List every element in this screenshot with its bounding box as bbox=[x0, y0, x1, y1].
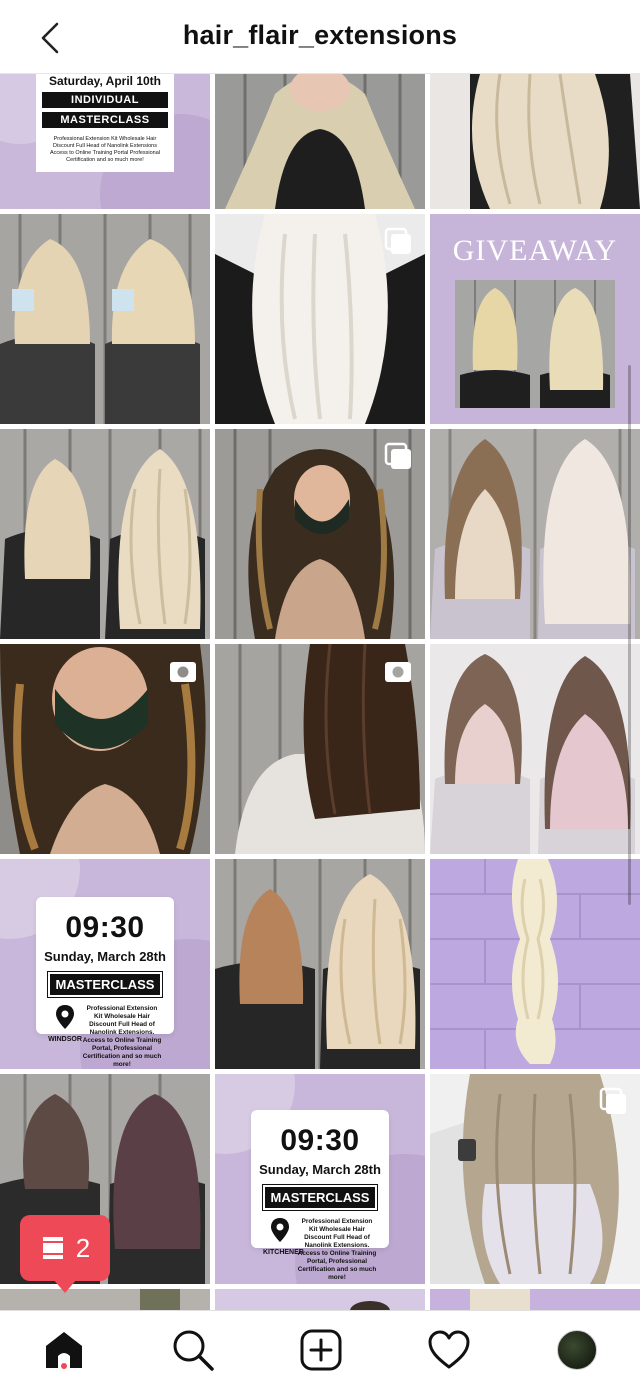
post-thumbnail[interactable] bbox=[0, 214, 210, 424]
flyer-line1: INDIVIDUAL bbox=[42, 92, 168, 108]
post-thumbnail[interactable] bbox=[0, 1289, 210, 1310]
profile-avatar bbox=[557, 1330, 597, 1370]
add-post-icon bbox=[300, 1329, 342, 1371]
post-thumbnail[interactable] bbox=[430, 429, 640, 639]
flyer-line2: MASTERCLASS bbox=[42, 112, 168, 128]
location-pin-icon bbox=[271, 1218, 289, 1242]
posts-notification-icon bbox=[42, 1237, 63, 1259]
profile-username: hair_flair_extensions bbox=[182, 20, 458, 50]
post-thumbnail[interactable] bbox=[0, 644, 210, 854]
post-thumbnail[interactable]: Saturday, April 10th INDIVIDUAL MASTERCL… bbox=[0, 74, 210, 209]
post-thumbnail[interactable]: 09:30 Sunday, March 28th MASTERCLASS WIN… bbox=[0, 859, 210, 1069]
bottom-tab-bar bbox=[0, 1310, 640, 1386]
post-thumbnail[interactable] bbox=[215, 644, 425, 854]
post-thumbnail[interactable]: GIVEAWAY bbox=[430, 214, 640, 424]
post-thumbnail[interactable] bbox=[215, 214, 425, 424]
masterclass-flyer-kitchener: 09:30 Sunday, March 28th MASTERCLASS KIT… bbox=[251, 1110, 389, 1281]
flyer-date: Saturday, April 10th bbox=[48, 74, 162, 88]
flyer-details: Professional Extension Kit Wholesale Hai… bbox=[297, 1218, 377, 1281]
masterclass-flyer: Saturday, April 10th INDIVIDUAL MASTERCL… bbox=[36, 74, 174, 172]
post-thumbnail[interactable] bbox=[215, 859, 425, 1069]
search-icon bbox=[173, 1330, 214, 1371]
flyer-date: Sunday, March 28th bbox=[44, 949, 166, 964]
post-thumbnail[interactable]: 09:30 Sunday, March 28th MASTERCLASS KIT… bbox=[215, 1074, 425, 1284]
flyer-time: 09:30 bbox=[280, 1124, 360, 1157]
video-icon bbox=[170, 662, 196, 682]
post-thumbnail[interactable] bbox=[215, 1289, 425, 1310]
post-thumbnail[interactable] bbox=[430, 644, 640, 854]
flyer-time: 09:30 bbox=[65, 911, 145, 944]
post-thumbnail[interactable] bbox=[430, 1289, 640, 1310]
profile-header: hair_flair_extensions bbox=[0, 0, 640, 74]
carousel-icon bbox=[384, 442, 411, 469]
notification-count: 2 bbox=[75, 1232, 91, 1263]
location-pin-icon bbox=[56, 1005, 74, 1029]
flyer-details: Professional Extension Kit Wholesale Hai… bbox=[82, 1005, 162, 1068]
carousel-icon bbox=[599, 1087, 626, 1114]
scrollbar[interactable] bbox=[628, 365, 631, 905]
tab-activity[interactable] bbox=[426, 1327, 472, 1373]
tab-add-post[interactable] bbox=[298, 1327, 344, 1373]
flyer-location: KITCHENER bbox=[263, 1249, 304, 1256]
post-thumbnail[interactable] bbox=[0, 429, 210, 639]
flyer-location: WINDSOR bbox=[48, 1036, 82, 1043]
giveaway-title: GIVEAWAY bbox=[452, 234, 618, 267]
flyer-details: Professional Extension Kit Wholesale Hai… bbox=[49, 136, 161, 164]
home-activity-dot bbox=[61, 1363, 67, 1369]
video-icon bbox=[385, 662, 411, 682]
post-thumbnail[interactable] bbox=[430, 859, 640, 1069]
flyer-date: Sunday, March 28th bbox=[259, 1162, 381, 1177]
post-thumbnail[interactable] bbox=[215, 74, 425, 209]
post-thumbnail[interactable] bbox=[430, 74, 640, 209]
tab-profile[interactable] bbox=[554, 1327, 600, 1373]
tab-search[interactable] bbox=[170, 1327, 216, 1373]
heart-icon bbox=[428, 1330, 470, 1369]
post-thumbnail[interactable] bbox=[215, 429, 425, 639]
carousel-icon bbox=[384, 227, 411, 254]
posts-grid: Saturday, April 10th INDIVIDUAL MASTERCL… bbox=[0, 74, 640, 1310]
posts-notification-badge[interactable]: 2 bbox=[20, 1215, 110, 1293]
flyer-tag: MASTERCLASS bbox=[46, 971, 164, 998]
post-thumbnail[interactable] bbox=[430, 1074, 640, 1284]
flyer-tag: MASTERCLASS bbox=[261, 1184, 379, 1211]
masterclass-flyer-windsor: 09:30 Sunday, March 28th MASTERCLASS WIN… bbox=[36, 897, 174, 1068]
